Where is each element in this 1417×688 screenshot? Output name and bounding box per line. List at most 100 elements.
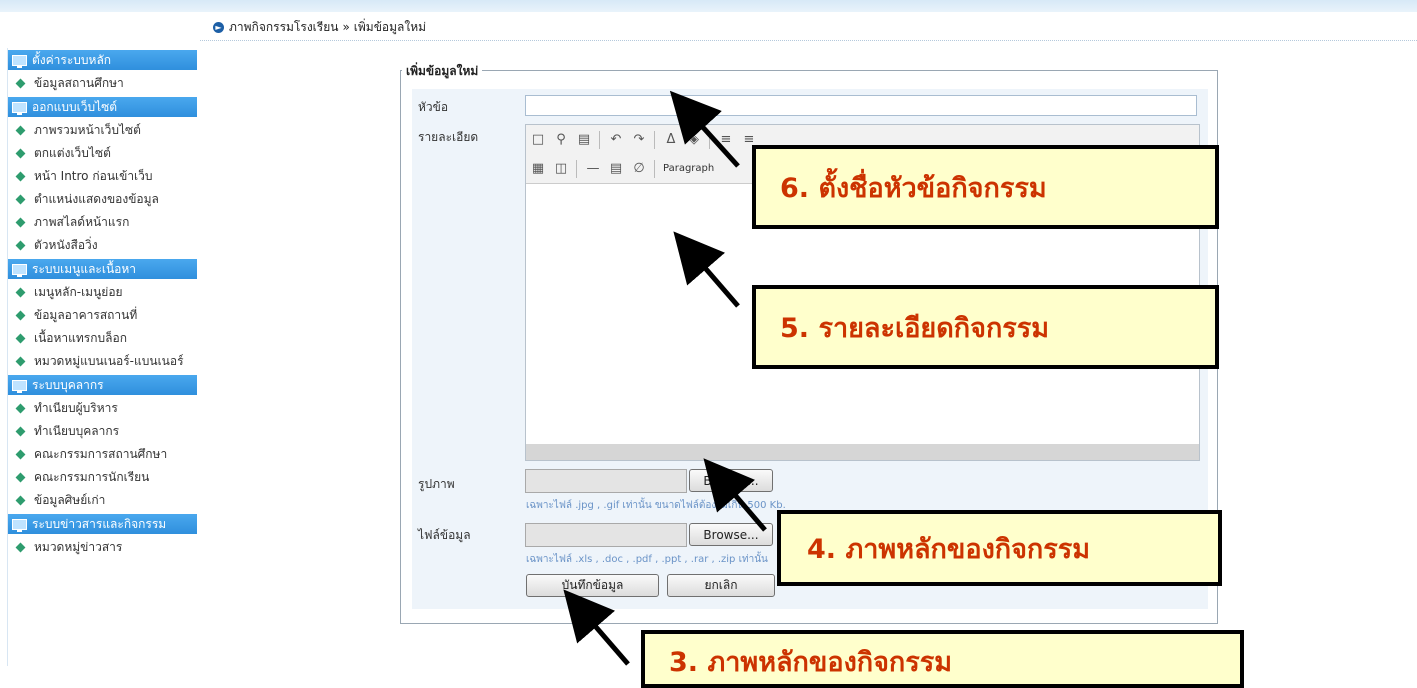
breadcrumb: ► ภาพกิจกรรมโรงเรียน » เพิ่มข้อมูลใหม่ xyxy=(200,14,1417,41)
breadcrumb-separator: » xyxy=(342,20,350,34)
image-label: รูปภาพ xyxy=(418,477,455,491)
callout-save-text: 3. ภาพหลักของกิจกรรม xyxy=(669,647,953,678)
save-button[interactable]: บันทึกข้อมูล xyxy=(526,574,659,597)
monitor-icon xyxy=(12,101,27,115)
template-icon[interactable]: ▤ xyxy=(608,161,624,176)
editor-status-bar xyxy=(526,444,1199,460)
data-file-field[interactable] xyxy=(525,523,687,547)
callout-title: 6. ตั้งชื่อหัวข้อกิจกรรม xyxy=(752,145,1219,229)
table-edit-icon[interactable]: ◫ xyxy=(553,161,569,176)
diamond-bullet-icon xyxy=(15,78,26,89)
horizontal-rule-icon[interactable]: — xyxy=(585,161,601,176)
sidebar-item[interactable]: คณะกรรมการนักเรียน xyxy=(8,466,197,489)
sidebar-item-label: ข้อมูลอาคารสถานที่ xyxy=(34,308,138,322)
sidebar-item[interactable]: ข้อมูลศิษย์เก่า xyxy=(8,489,197,512)
preview-icon[interactable]: ⚲ xyxy=(553,132,569,147)
sidebar-item[interactable]: ทำเนียบผู้บริหาร xyxy=(8,397,197,420)
monitor-icon xyxy=(12,54,27,68)
sidebar-item-label: คณะกรรมการสถานศึกษา xyxy=(34,447,168,461)
sidebar-group-website-design[interactable]: ออกแบบเว็บไซต์ xyxy=(8,97,197,117)
callout-detail: 5. รายละเอียดกิจกรรม xyxy=(752,285,1219,369)
sidebar: ตั้งค่าระบบหลัก ข้อมูลสถานศึกษา ออกแบบเว… xyxy=(7,48,197,666)
sidebar-item[interactable]: ข้อมูลสถานศึกษา xyxy=(8,72,197,95)
sidebar-item-label: ตำแหน่งแสดงของข้อมูล xyxy=(34,192,159,206)
redo-icon[interactable]: ↷ xyxy=(631,132,647,147)
toolbar-divider xyxy=(709,130,710,149)
diamond-bullet-icon xyxy=(15,333,26,344)
sidebar-group-title: ระบบข่าวสารและกิจกรรม xyxy=(32,516,167,531)
toolbar-divider xyxy=(654,159,655,178)
sidebar-group-menu-content[interactable]: ระบบเมนูและเนื้อหา xyxy=(8,259,197,279)
file-hint: เฉพาะไฟล์ .xls , .doc , .pdf , .ppt , .r… xyxy=(526,554,768,565)
breadcrumb-section-link[interactable]: ภาพกิจกรรมโรงเรียน xyxy=(229,18,338,37)
file-label: ไฟล์ข้อมูล xyxy=(418,528,471,542)
image-hint: เฉพาะไฟล์ .jpg , .gif เท่านั้น ขนาดไฟล์ต… xyxy=(526,500,786,511)
image-file-field[interactable] xyxy=(525,469,687,493)
diamond-bullet-icon xyxy=(15,148,26,159)
sidebar-item-label: ข้อมูลศิษย์เก่า xyxy=(34,493,106,507)
breadcrumb-current: เพิ่มข้อมูลใหม่ xyxy=(353,19,427,34)
new-document-icon[interactable]: □ xyxy=(530,132,546,147)
sidebar-item-label: หน้า Intro ก่อนเข้าเว็บ xyxy=(34,169,153,183)
detail-label: รายละเอียด xyxy=(418,130,479,144)
diamond-bullet-icon xyxy=(15,449,26,460)
clear-format-icon[interactable]: ∅ xyxy=(631,161,647,176)
paste-icon[interactable]: ▤ xyxy=(576,132,592,147)
arrow-circle-icon: ► xyxy=(213,21,224,33)
diamond-bullet-icon xyxy=(15,125,26,136)
diamond-bullet-icon xyxy=(15,426,26,437)
highlight-icon[interactable]: ◈ xyxy=(686,132,702,147)
paragraph-format-select[interactable]: Paragraph xyxy=(663,163,714,174)
toolbar-divider xyxy=(654,130,655,149)
callout-save: 3. ภาพหลักของกิจกรรม xyxy=(641,630,1244,688)
sidebar-item[interactable]: เนื้อหาแทรกบล็อก xyxy=(8,327,197,350)
toolbar-divider xyxy=(576,159,577,178)
sidebar-item[interactable]: ตกแต่งเว็บไซต์ xyxy=(8,142,197,165)
undo-icon[interactable]: ↶ xyxy=(608,132,624,147)
diamond-bullet-icon xyxy=(15,472,26,483)
title-input[interactable] xyxy=(525,95,1197,116)
sidebar-item[interactable]: ทำเนียบบุคลากร xyxy=(8,420,197,443)
sidebar-item-label: หมวดหมู่ข่าวสาร xyxy=(34,540,123,554)
sidebar-group-title: ตั้งค่าระบบหลัก xyxy=(32,52,112,67)
callout-title-text: 6. ตั้งชื่อหัวข้อกิจกรรม xyxy=(780,172,1047,204)
sidebar-item-label: ภาพรวมหน้าเว็บไซต์ xyxy=(34,123,141,137)
sidebar-item[interactable]: หมวดหมู่ข่าวสาร xyxy=(8,536,197,559)
toolbar-divider xyxy=(599,130,600,149)
callout-image-text: 4. ภาพหลักของกิจกรรม xyxy=(807,533,1091,565)
form-legend: เพิ่มข้อมูลใหม่ xyxy=(402,62,483,81)
sidebar-item-label: ทำเนียบบุคลากร xyxy=(34,424,120,438)
sidebar-group-news-activities[interactable]: ระบบข่าวสารและกิจกรรม xyxy=(8,514,197,534)
file-browse-button[interactable]: Browse... xyxy=(689,523,773,546)
callout-image: 4. ภาพหลักของกิจกรรม xyxy=(777,510,1222,586)
sidebar-group-title: ระบบบุคลากร xyxy=(32,377,104,392)
sidebar-item[interactable]: ภาพรวมหน้าเว็บไซต์ xyxy=(8,119,197,142)
sidebar-item[interactable]: เมนูหลัก-เมนูย่อย xyxy=(8,281,197,304)
sidebar-item-label: ทำเนียบผู้บริหาร xyxy=(34,401,118,415)
image-browse-button[interactable]: Browse... xyxy=(689,469,773,492)
sidebar-group-settings[interactable]: ตั้งค่าระบบหลัก xyxy=(8,50,197,70)
sidebar-item-label: ตัวหนังสือวิ่ง xyxy=(34,238,98,252)
sidebar-group-title: ระบบเมนูและเนื้อหา xyxy=(32,261,137,276)
sidebar-item[interactable]: ตำแหน่งแสดงของข้อมูล xyxy=(8,188,197,211)
table-icon[interactable]: ▦ xyxy=(530,161,546,176)
sidebar-item[interactable]: คณะกรรมการสถานศึกษา xyxy=(8,443,197,466)
sidebar-item-label: เนื้อหาแทรกบล็อก xyxy=(34,331,127,345)
monitor-icon xyxy=(12,518,27,532)
title-label: หัวข้อ xyxy=(418,100,449,114)
diamond-bullet-icon xyxy=(15,542,26,553)
sidebar-item[interactable]: หน้า Intro ก่อนเข้าเว็บ xyxy=(8,165,197,188)
diamond-bullet-icon xyxy=(15,310,26,321)
sidebar-item[interactable]: หมวดหมู่แบนเนอร์-แบนเนอร์ xyxy=(8,350,197,373)
sidebar-item-label: ตกแต่งเว็บไซต์ xyxy=(34,146,111,160)
sidebar-item[interactable]: ภาพสไลด์หน้าแรก xyxy=(8,211,197,234)
sidebar-item[interactable]: ข้อมูลอาคารสถานที่ xyxy=(8,304,197,327)
text-color-icon[interactable]: Δ xyxy=(663,132,679,147)
cancel-button[interactable]: ยกเลิก xyxy=(667,574,775,597)
sidebar-group-personnel[interactable]: ระบบบุคลากร xyxy=(8,375,197,395)
monitor-icon xyxy=(12,379,27,393)
sidebar-item-label: คณะกรรมการนักเรียน xyxy=(34,470,150,484)
bullet-list-icon[interactable]: ≡ xyxy=(718,132,734,147)
sidebar-item[interactable]: ตัวหนังสือวิ่ง xyxy=(8,234,197,257)
diamond-bullet-icon xyxy=(15,287,26,298)
